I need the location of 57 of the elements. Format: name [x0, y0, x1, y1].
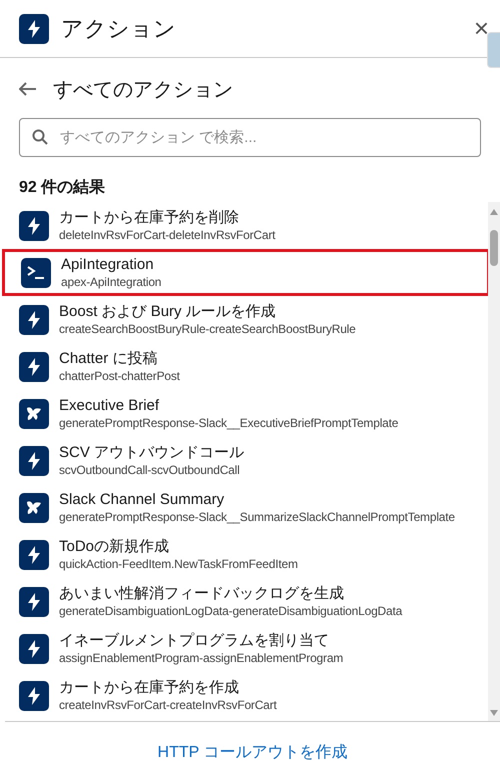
scrollbar[interactable]	[488, 202, 500, 721]
action-title: カートから在庫予約を作成	[59, 678, 240, 697]
action-title: SCV アウトバウンドコール	[59, 443, 244, 462]
action-item[interactable]: イネーブルメントプログラムを割り当て assignEnablementProgram-assignEnablementProgram	[0, 625, 488, 672]
create-http-callout-link[interactable]: HTTP コールアウトを作成	[158, 742, 348, 762]
action-item[interactable]: カートから在庫予約を削除 deleteInvRsvForCart-deleteInvRsvForCart	[0, 202, 488, 249]
terminal-icon	[27, 266, 45, 280]
action-api-name: assignEnablementProgram-assignEnablementProgram	[59, 650, 344, 666]
action-api-name: generatePromptResponse-Slack__ExecutiveBriefPromptTemplate	[59, 415, 398, 431]
action-api-name: createSearchBoostBuryRule-createSearchBoostBuryRule	[59, 321, 356, 337]
lightning-bolt-icon	[27, 216, 41, 234]
action-title: あいまい性解消フィードバックログを生成	[59, 584, 345, 603]
action-title: カートから在庫予約を削除	[59, 208, 240, 227]
action-item[interactable]: カートから在庫予約を作成 createInvRsvForCart-createInvRsvForCart	[0, 672, 488, 719]
action-api-name: generateDisambiguationLogData-generateDisambiguationLogData	[59, 603, 402, 619]
action-item[interactable]: Slack Channel Summary generatePromptResponse-Slack__SummarizeSlackChannelPromptTemplate	[0, 484, 488, 531]
action-item[interactable]: SCV アウトバウンドコール scvOutboundCall-scvOutboundCall	[0, 437, 488, 484]
action-title: Executive Brief	[59, 396, 160, 415]
action-item[interactable]: ToDoの新規作成 quickAction-FeedItem.NewTaskFromFeedItem	[0, 531, 488, 578]
action-api-name: generatePromptResponse-Slack__SummarizeSlackChannelPromptTemplate	[59, 509, 455, 525]
action-title: Boost および Bury ルールを作成	[59, 302, 277, 321]
action-api-name: createInvRsvForCart-createInvRsvForCart	[59, 697, 277, 713]
close-button[interactable]: ×	[474, 13, 489, 44]
action-api-name: chatterPost-chatterPost	[59, 368, 180, 384]
lightning-bolt-icon	[27, 358, 41, 376]
action-api-name: quickAction-FeedItem.NewTaskFromFeedItem	[59, 556, 298, 572]
search-icon	[32, 129, 48, 145]
action-item[interactable]: Executive Brief generatePromptResponse-Slack__ExecutiveBriefPromptTemplate	[0, 390, 488, 437]
lightning-bolt-icon	[27, 546, 41, 564]
action-title: Slack Channel Summary	[59, 490, 226, 509]
lightning-bolt-icon	[27, 452, 41, 470]
scroll-up-icon[interactable]	[489, 208, 499, 216]
butterfly-icon	[25, 406, 43, 422]
action-api-name: scvOutboundCall-scvOutboundCall	[59, 462, 241, 478]
action-item[interactable]: Boost および Bury ルールを作成 createSearchBoostBuryRule-createSearchBoostBuryRule	[0, 296, 488, 343]
action-api-name: apex-ApiIntegration	[61, 274, 162, 290]
action-item[interactable]: ApiIntegration apex-ApiIntegration	[2, 249, 490, 296]
butterfly-icon	[25, 500, 43, 516]
action-title: ToDoの新規作成	[59, 537, 170, 556]
scrollbar-thumb[interactable]	[490, 230, 498, 266]
action-title: イネーブルメントプログラムを割り当て	[59, 631, 330, 650]
lightning-bolt-icon	[27, 592, 41, 610]
result-count: 92 件の結果	[18, 178, 106, 198]
lightning-bolt-icon	[27, 310, 41, 328]
panel-title: アクション	[61, 14, 177, 42]
search-field[interactable]: すべてのアクション で検索...	[19, 118, 481, 157]
back-arrow-icon[interactable]	[19, 82, 37, 96]
action-title: Chatter に投稿	[59, 349, 158, 368]
scroll-down-icon[interactable]	[489, 709, 499, 717]
action-title: ApiIntegration	[61, 255, 155, 274]
lightning-bolt-icon	[27, 20, 41, 38]
section-title: すべてのアクション	[53, 78, 233, 102]
lightning-bolt-icon	[27, 686, 41, 704]
lightning-bolt-icon	[27, 640, 41, 658]
action-item[interactable]: あいまい性解消フィードバックログを生成 generateDisambiguationLogData-generateDisambiguationLogData	[0, 578, 488, 625]
action-api-name: deleteInvRsvForCart-deleteInvRsvForCart	[59, 227, 276, 243]
action-item[interactable]: Chatter に投稿 chatterPost-chatterPost	[0, 343, 488, 390]
